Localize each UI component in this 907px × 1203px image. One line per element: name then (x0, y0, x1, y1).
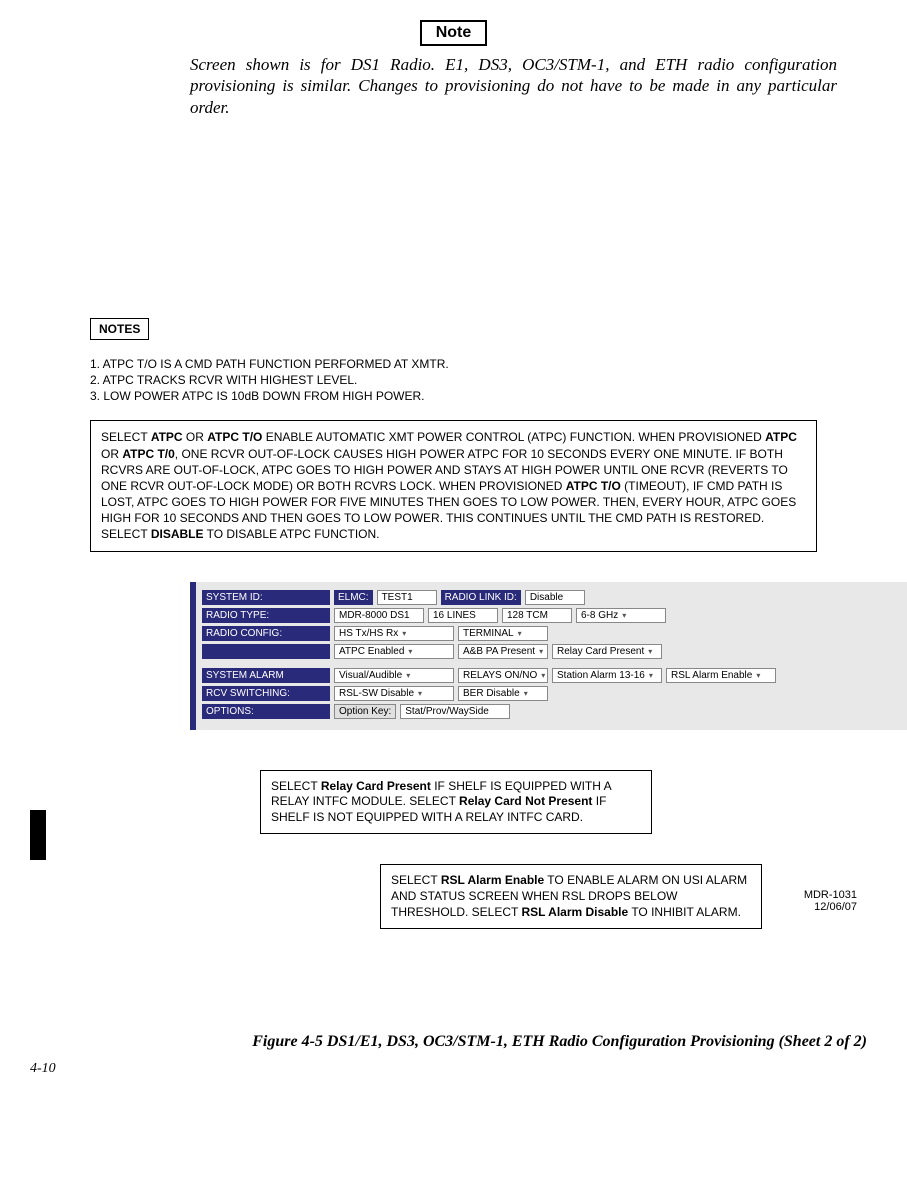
radio-type-freq-select[interactable]: 6-8 GHz (576, 608, 666, 623)
rsl-sw-select[interactable]: RSL-SW Disable (334, 686, 454, 701)
text-bold: DISABLE (151, 527, 204, 541)
text-bold: ATPC T/0 (122, 447, 174, 461)
radio-link-id-field[interactable]: Disable (525, 590, 585, 605)
figure-caption: Figure 4-5 DS1/E1, DS3, OC3/STM-1, ETH R… (30, 1033, 867, 1051)
options-label: OPTIONS: (202, 704, 330, 719)
relay-card-select[interactable]: Relay Card Present (552, 644, 662, 659)
text-bold: ATPC T/O (566, 479, 621, 493)
text: SELECT (391, 873, 441, 887)
config-panel: SYSTEM ID: ELMC: TEST1 RADIO LINK ID: Di… (190, 582, 907, 730)
elmc-field[interactable]: TEST1 (377, 590, 437, 605)
alarm-relays-select[interactable]: RELAYS ON/NO (458, 668, 548, 683)
text-bold: ATPC (151, 430, 183, 444)
ber-select[interactable]: BER Disable (458, 686, 548, 701)
text: OR (101, 447, 122, 461)
system-alarm-label: SYSTEM ALARM (202, 668, 330, 683)
radio-type-lines: 16 LINES (428, 608, 498, 623)
radio-link-id-label: RADIO LINK ID: (441, 590, 521, 605)
note-tag: Note (420, 20, 488, 46)
text-bold: RSL Alarm Disable (521, 905, 628, 919)
text: SELECT (101, 430, 151, 444)
text-bold: RSL Alarm Enable (441, 873, 544, 887)
rcv-switching-label: RCV SWITCHING: (202, 686, 330, 701)
notes-line: 2. ATPC TRACKS RCVR WITH HIGHEST LEVEL. (90, 372, 877, 388)
callout-atpc: SELECT ATPC OR ATPC T/O ENABLE AUTOMATIC… (90, 420, 817, 551)
note-text: Screen shown is for DS1 Radio. E1, DS3, … (190, 54, 837, 118)
callout-relay: SELECT Relay Card Present IF SHELF IS EQ… (260, 770, 652, 835)
system-id-label: SYSTEM ID: (202, 590, 330, 605)
rsl-alarm-select[interactable]: RSL Alarm Enable (666, 668, 776, 683)
text: TO DISABLE ATPC FUNCTION. (203, 527, 379, 541)
text-bold: ATPC (765, 430, 797, 444)
atpc-select[interactable]: ATPC Enabled (334, 644, 454, 659)
text-bold: Relay Card Present (321, 779, 431, 793)
notes-line: 1. ATPC T/O IS A CMD PATH FUNCTION PERFO… (90, 356, 877, 372)
page-number: 4-10 (30, 1061, 877, 1077)
radio-config-tx-select[interactable]: HS Tx/HS Rx (334, 626, 454, 641)
option-key-field[interactable]: Stat/Prov/WaySide (400, 704, 510, 719)
radio-type-tcm: 128 TCM (502, 608, 572, 623)
side-tab (30, 810, 46, 860)
text-bold: ATPC T/O (207, 430, 262, 444)
text-bold: Relay Card Not Present (459, 794, 592, 808)
option-key-label: Option Key: (334, 704, 396, 719)
pa-present-select[interactable]: A&B PA Present (458, 644, 548, 659)
notes-line: 3. LOW POWER ATPC IS 10dB DOWN FROM HIGH… (90, 388, 877, 404)
radio-type-label: RADIO TYPE: (202, 608, 330, 623)
text: ENABLE AUTOMATIC XMT POWER CONTROL (ATPC… (262, 430, 765, 444)
radio-type-model: MDR-8000 DS1 (334, 608, 424, 623)
notes-list: 1. ATPC T/O IS A CMD PATH FUNCTION PERFO… (90, 356, 877, 405)
text: OR (183, 430, 208, 444)
notes-tag: NOTES (90, 318, 149, 340)
alarm-visual-select[interactable]: Visual/Audible (334, 668, 454, 683)
radio-config-label: RADIO CONFIG: (202, 626, 330, 641)
radio-config-spacer (202, 644, 330, 659)
station-alarm-select[interactable]: Station Alarm 13-16 (552, 668, 662, 683)
elmc-label: ELMC: (334, 590, 373, 605)
text: SELECT (271, 779, 321, 793)
text: TO INHIBIT ALARM. (628, 905, 741, 919)
radio-config-terminal-select[interactable]: TERMINAL (458, 626, 548, 641)
